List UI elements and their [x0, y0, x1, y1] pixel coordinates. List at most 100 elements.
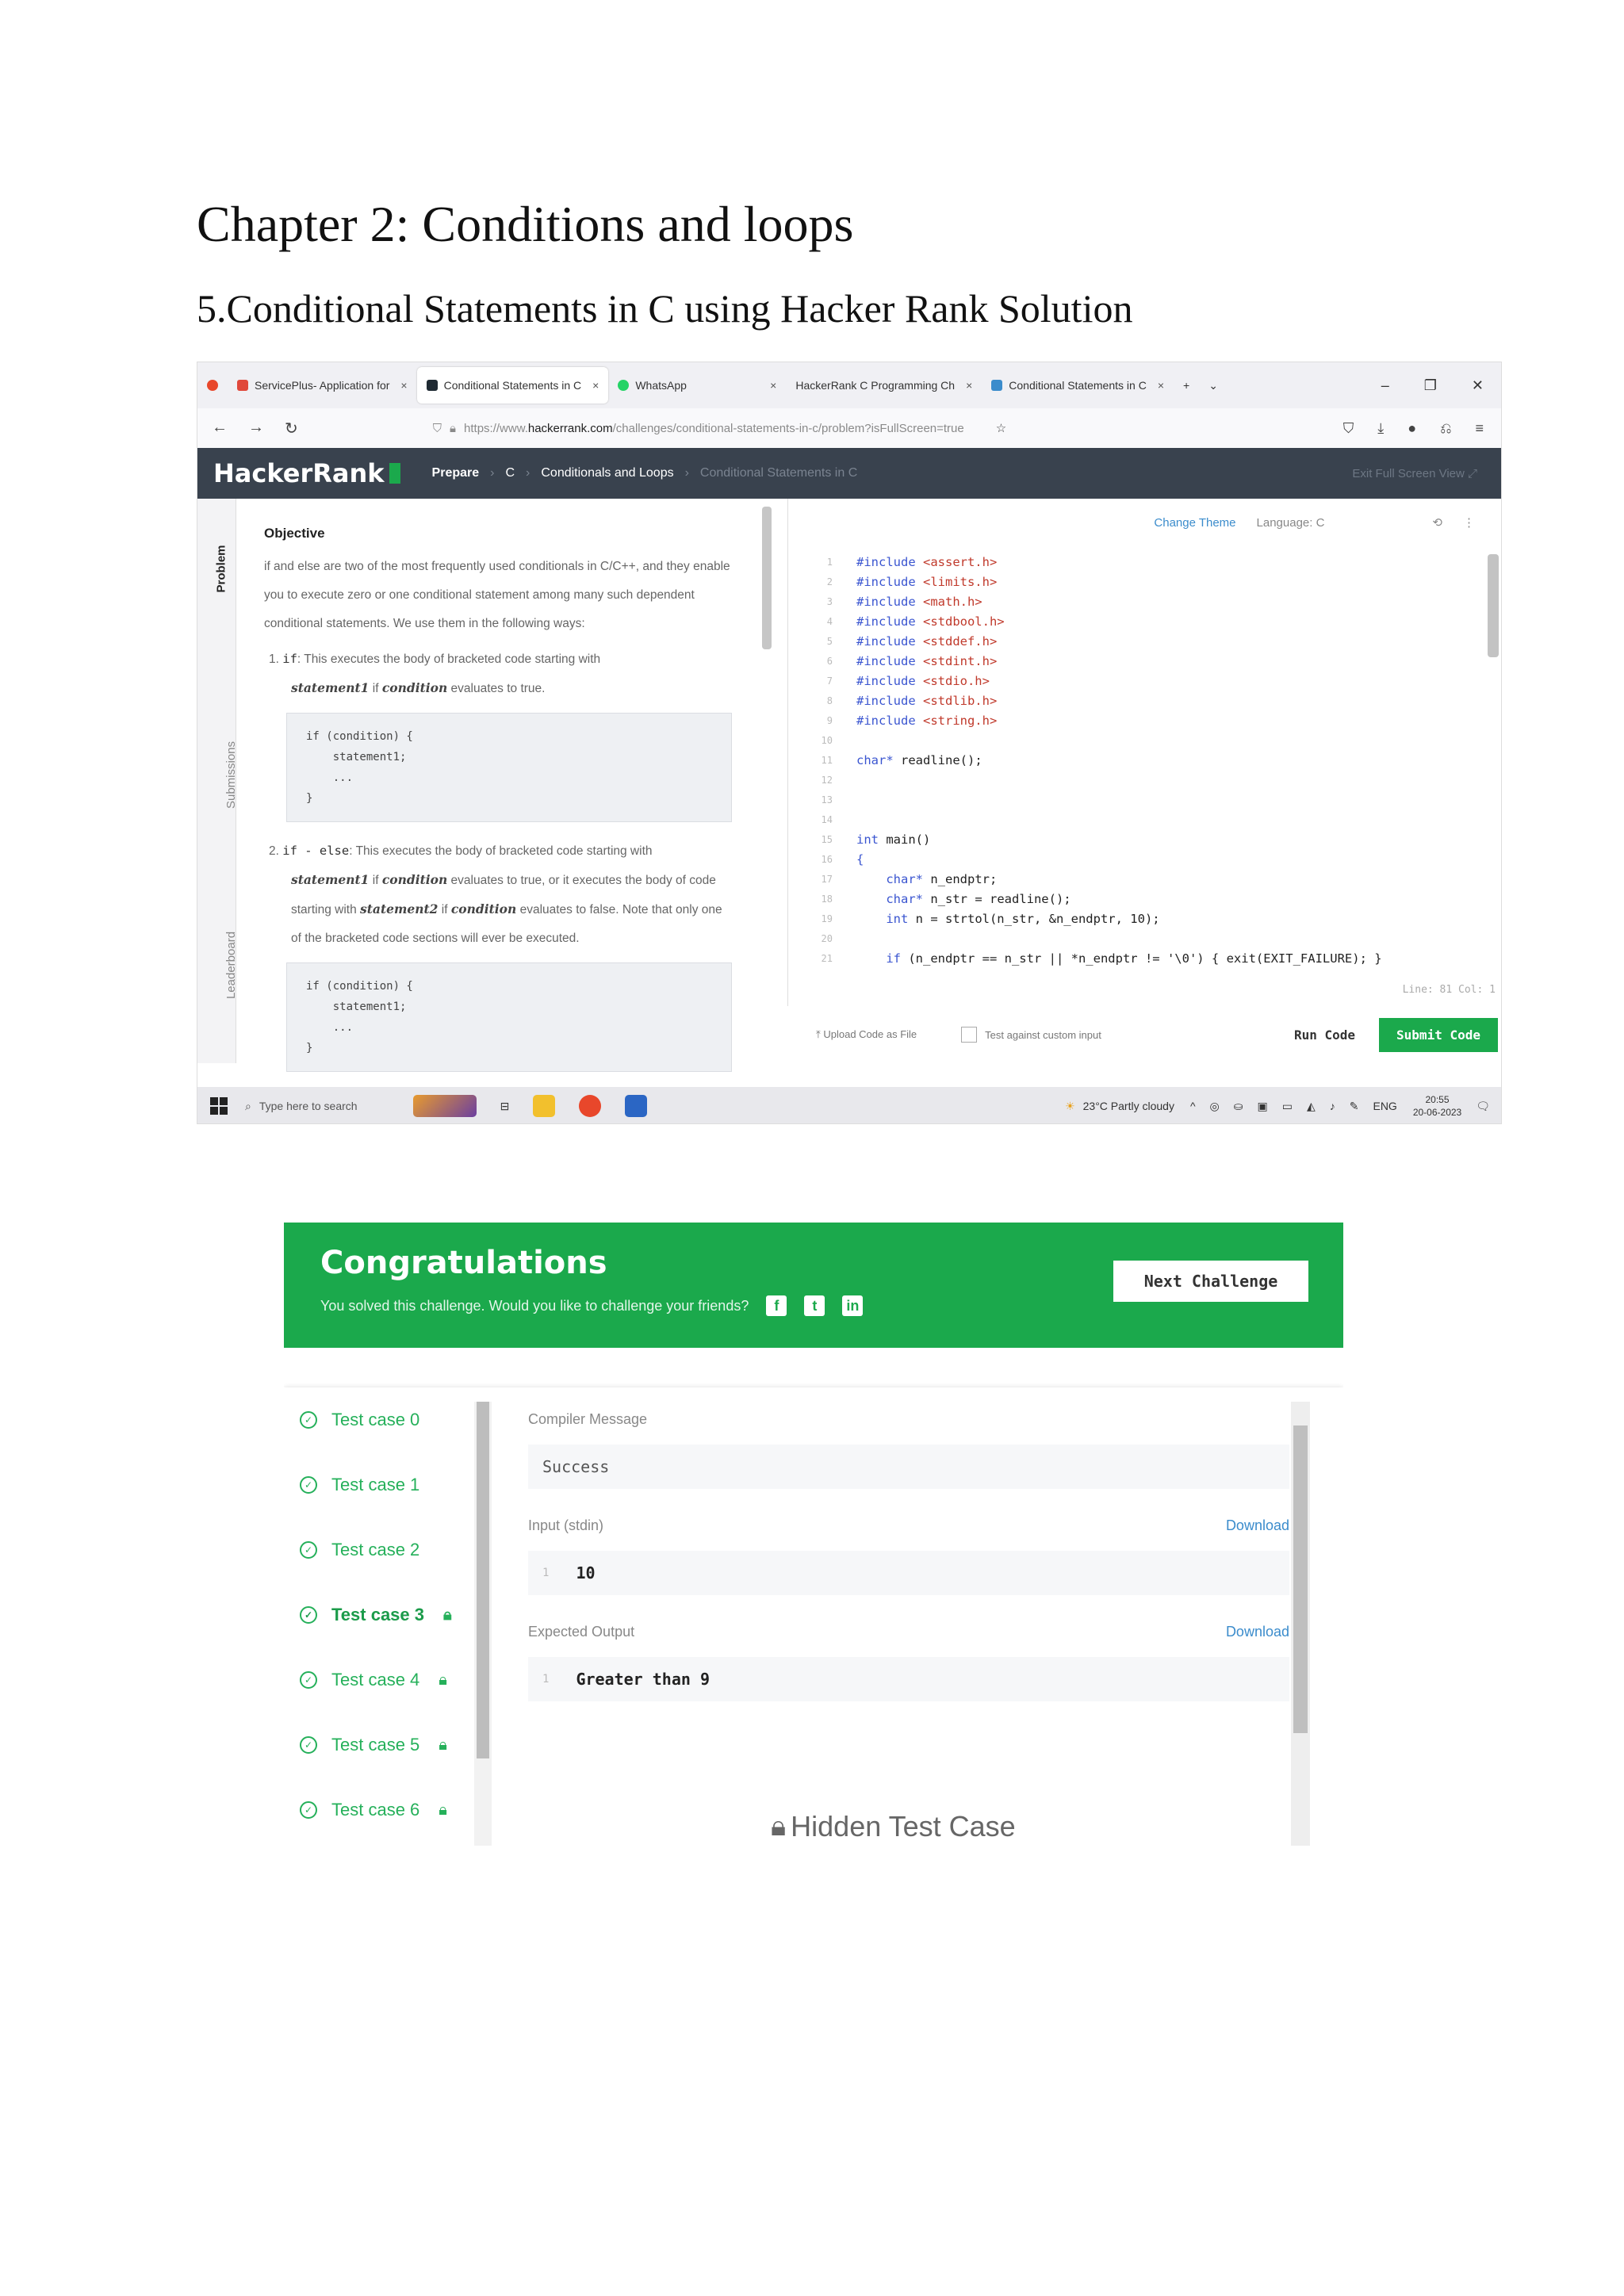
linkedin-icon[interactable]: in [842, 1295, 864, 1316]
test-case-list: ✓ Test case 0 ✓ Test case 1 ✓ Test case 2 ✓ Tes… [300, 1387, 482, 1843]
browser-tab-2[interactable]: Conditional Statements in C × [416, 367, 609, 404]
check-icon: ✓ [300, 1671, 317, 1689]
hackerrank-header: HackerRank Prepare › C › Conditionals and … [197, 448, 1501, 499]
submit-code-button[interactable]: Submit Code [1379, 1017, 1498, 1052]
language-select[interactable]: Language: C [1257, 516, 1325, 530]
language-indicator[interactable]: ENG [1373, 1100, 1396, 1113]
breadcrumb-prepare[interactable]: Prepare [432, 466, 480, 480]
test-case-item[interactable]: ✓ Test case 6 🔒︎ [300, 1777, 482, 1843]
test-case-item[interactable]: ✓ Test case 0 [300, 1387, 482, 1452]
scrollbar[interactable] [762, 507, 772, 649]
scrollbar[interactable] [1488, 554, 1499, 657]
line-number: 7 [826, 675, 833, 687]
scrollbar[interactable] [1291, 1402, 1310, 1846]
close-icon[interactable]: × [770, 379, 776, 392]
objective-text: if and else are two of the most frequent… [264, 560, 730, 630]
firefox-icon[interactable] [579, 1095, 602, 1117]
reload-icon[interactable]: ↻ [285, 419, 298, 438]
test-case-item[interactable]: ✓ Test case 5 🔒︎ [300, 1712, 482, 1777]
code-text: <math.h> [915, 595, 982, 609]
weather-widget[interactable]: ☀ 23°C Partly cloudy [1065, 1100, 1174, 1113]
tray-icon[interactable]: ▣ [1258, 1100, 1268, 1113]
congratulations-banner: Congratulations You solved this challeng… [284, 1223, 1343, 1348]
breadcrumb-conditionals[interactable]: Conditionals and Loops [541, 466, 673, 480]
task-view-icon[interactable]: ⊟ [500, 1100, 510, 1113]
tray-icon[interactable]: ◎ [1210, 1100, 1220, 1113]
close-icon[interactable]: × [1158, 379, 1164, 392]
tab-list-button[interactable]: ⌄ [1199, 367, 1228, 404]
code-line: 9 #include <string.h> [788, 711, 1478, 731]
tray-icon[interactable]: ⛀ [1234, 1100, 1243, 1113]
taskbar-search[interactable]: ⌕ Type here to search [245, 1100, 358, 1113]
restore-icon[interactable]: ❐ [1424, 377, 1437, 394]
pocket-icon[interactable]: ⛉ [1343, 420, 1354, 437]
upload-button[interactable]: ⤒ Upload Code as File [816, 1028, 917, 1041]
browser-tab-1[interactable]: ServicePlus- Application for × [228, 367, 417, 404]
clock[interactable]: 20:55 20-06-2023 [1413, 1093, 1461, 1119]
twitter-icon[interactable]: t [804, 1295, 825, 1316]
test-case-item[interactable]: ✓ Test case 3 🔒︎ [300, 1582, 482, 1647]
new-tab-button[interactable]: + [1174, 367, 1199, 404]
next-challenge-button[interactable]: Next Challenge [1113, 1261, 1308, 1302]
forward-icon[interactable]: → [248, 419, 264, 438]
extensions-icon[interactable]: ⎌ [1440, 420, 1451, 437]
code-area[interactable]: 1 #include <assert.h> 2 #include <limits.h>… [788, 553, 1478, 969]
hidden-test-case: 🔒︎ Hidden Test Case [771, 1809, 1016, 1843]
line-number: 17 [821, 874, 833, 885]
close-window-icon[interactable]: ✕ [1472, 377, 1484, 394]
scrollbar[interactable] [474, 1402, 492, 1846]
widget-icon[interactable] [412, 1095, 477, 1117]
input-value: 1 10 [528, 1551, 1289, 1595]
back-icon[interactable]: ← [212, 419, 228, 438]
close-icon[interactable]: × [592, 379, 599, 392]
firefox-menu[interactable] [197, 367, 228, 404]
exit-fullscreen-label: Exit Full Screen View [1352, 466, 1465, 480]
browser-tab-5[interactable]: Conditional Statements in C × [982, 367, 1174, 404]
close-icon[interactable]: × [400, 379, 407, 392]
tab-problem[interactable]: Problem [197, 545, 236, 592]
code-line: 11 char* readline(); [788, 751, 1478, 771]
check-icon: ✓ [300, 1606, 317, 1624]
browser-tab-3[interactable]: WhatsApp × [608, 367, 786, 404]
change-theme-link[interactable]: Change Theme [1154, 516, 1235, 530]
download-output-link[interactable]: Download [1226, 1624, 1289, 1647]
test-case-item[interactable]: ✓ Test case 2 [300, 1517, 482, 1582]
bookmark-star-icon[interactable]: ☆ [996, 421, 1006, 435]
test-case-item[interactable]: ✓ Test case 4 🔒︎ [300, 1647, 482, 1712]
exit-fullscreen-link[interactable]: Exit Full Screen View ⤢ [1352, 467, 1501, 480]
download-icon[interactable]: ⤓ [1377, 420, 1384, 437]
browser-tab-4[interactable]: HackerRank C Programming Ch × [786, 367, 982, 404]
facebook-icon[interactable]: f [766, 1295, 787, 1316]
tab-submissions[interactable]: Submissions [197, 741, 238, 809]
test-case-item[interactable]: ✓ Test case 1 [300, 1452, 482, 1517]
network-icon[interactable]: ◭ [1307, 1100, 1316, 1113]
line-number: 6 [826, 656, 833, 667]
tab-label: Conditional Statements in C [443, 379, 582, 392]
code-keyword: { [856, 852, 864, 867]
chevron-up-icon[interactable]: ^ [1190, 1100, 1196, 1113]
account-icon[interactable]: ● [1408, 420, 1416, 437]
close-icon[interactable]: × [966, 379, 972, 392]
volume-icon[interactable]: ♪ [1330, 1100, 1335, 1113]
more-icon[interactable]: ⋮ [1463, 515, 1475, 530]
menu-icon[interactable]: ≡ [1475, 420, 1484, 437]
windows-start-icon[interactable] [210, 1097, 228, 1115]
file-explorer-icon[interactable] [533, 1095, 556, 1117]
download-input-link[interactable]: Download [1226, 1517, 1289, 1541]
history-icon[interactable]: ⟲ [1432, 515, 1442, 530]
run-code-button[interactable]: Run Code [1294, 1027, 1355, 1043]
notification-icon[interactable]: 🗨︎ [1476, 1100, 1490, 1113]
tab-leaderboard[interactable]: Leaderboard [197, 932, 238, 999]
hackerrank-logo[interactable]: HackerRank [197, 458, 400, 488]
custom-input-checkbox[interactable]: Test against custom input [961, 1027, 1101, 1043]
word-icon[interactable] [625, 1095, 648, 1117]
code-line: 8 #include <stdlib.h> [788, 691, 1478, 711]
battery-icon[interactable]: ▭ [1282, 1100, 1293, 1113]
lock-icon: 🔒︎ [450, 421, 457, 435]
minimize-icon[interactable]: – [1381, 377, 1389, 394]
pen-icon[interactable]: ✎ [1350, 1100, 1359, 1113]
code-line: 19 int n = strtol(n_str, &n_endptr, 10); [788, 909, 1478, 929]
url-field[interactable]: ⛉ 🔒︎ https://www.hackerrank.com/challeng… [433, 422, 964, 435]
breadcrumb-c[interactable]: C [505, 466, 515, 480]
test-case-label: Test case 3 [331, 1605, 425, 1624]
